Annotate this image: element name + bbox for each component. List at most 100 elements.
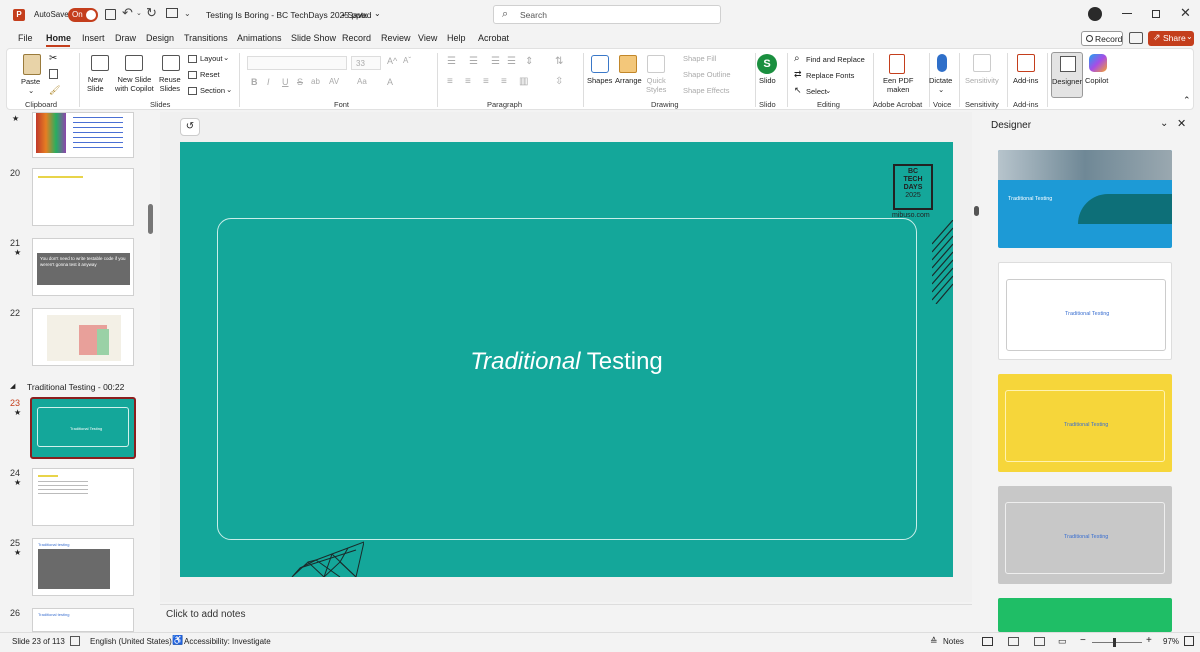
tab-draw[interactable]: Draw — [115, 33, 136, 43]
zoom-slider[interactable] — [1092, 638, 1142, 647]
copilot-label[interactable]: Copilot — [1085, 76, 1108, 85]
tab-home[interactable]: Home — [46, 33, 71, 43]
tab-acrobat[interactable]: Acrobat — [478, 33, 509, 43]
save-icon[interactable] — [105, 9, 116, 20]
align-right-icon[interactable]: ≡ — [483, 76, 489, 87]
slido-icon[interactable]: S — [757, 54, 777, 74]
design-option-4[interactable]: Traditional Testing — [998, 486, 1172, 584]
notes-icon[interactable]: ≙ — [930, 636, 938, 647]
new-slide-copilot-icon[interactable] — [125, 55, 143, 71]
format-painter-icon[interactable]: 🖌 — [49, 85, 60, 96]
line-spacing-icon[interactable]: ⇕ — [525, 56, 533, 67]
shape-effects-label[interactable]: Shape Effects — [683, 86, 730, 95]
strikethrough-icon[interactable]: S — [297, 77, 303, 87]
new-slide-icon[interactable] — [91, 55, 109, 71]
decrease-indent-icon[interactable]: ☰ — [491, 56, 500, 67]
design-option-3[interactable]: Traditional Testing — [998, 374, 1172, 472]
new-slide-label[interactable]: New Slide — [87, 75, 104, 93]
slideshow-icon[interactable]: ▭ — [1058, 636, 1067, 647]
section-label[interactable]: Section — [200, 86, 225, 95]
find-replace-label[interactable]: Find and Replace — [806, 55, 865, 64]
zoom-in-icon[interactable]: + — [1146, 635, 1152, 646]
fit-slide-icon[interactable] — [1184, 636, 1194, 646]
italic-icon[interactable]: I — [267, 77, 270, 87]
notes-button[interactable]: Notes — [943, 637, 964, 646]
dictate-dropdown-icon[interactable]: ⌄ — [938, 85, 944, 94]
reuse-slides-label[interactable]: Reuse Slides — [159, 75, 181, 93]
design-option-5[interactable] — [998, 598, 1172, 632]
layout-icon[interactable] — [188, 55, 197, 63]
close-icon[interactable]: ✕ — [1177, 117, 1186, 130]
align-text-icon[interactable]: ⇳ — [555, 76, 563, 87]
select-icon[interactable]: ↖ — [794, 85, 802, 96]
section-dropdown-icon[interactable]: ⌄ — [226, 85, 232, 94]
adobe-pdf-icon[interactable] — [889, 54, 905, 74]
thumbnail-slide-19[interactable] — [32, 112, 134, 158]
slido-label[interactable]: Slido — [759, 76, 776, 85]
spellcheck-icon[interactable] — [70, 636, 80, 646]
shapes-icon[interactable] — [591, 55, 609, 73]
copy-icon[interactable] — [49, 69, 58, 79]
avatar[interactable] — [1088, 7, 1102, 21]
layout-label[interactable]: Layout — [200, 54, 223, 63]
slide-23[interactable]: Traditional Testing BC TECH DAYS 2025 mi… — [180, 142, 953, 577]
record-button[interactable]: Record — [1081, 31, 1123, 46]
replace-fonts-icon[interactable]: ⇄ — [794, 69, 802, 80]
numbering-icon[interactable]: ☰ — [469, 56, 478, 67]
tab-view[interactable]: View — [418, 33, 437, 43]
accessibility-label[interactable]: Accessibility: Investigate — [184, 637, 271, 646]
quick-styles-label[interactable]: Quick Styles — [646, 76, 666, 94]
justify-icon[interactable]: ≡ — [501, 76, 507, 87]
zoom-out-icon[interactable]: − — [1080, 635, 1086, 646]
tab-insert[interactable]: Insert — [82, 33, 105, 43]
autosave-toggle[interactable]: On — [68, 8, 98, 22]
tab-transitions[interactable]: Transitions — [184, 33, 228, 43]
een-pdf-label[interactable]: Een PDF maken — [883, 76, 913, 94]
shadow-icon[interactable]: ab — [311, 77, 320, 86]
font-color-icon[interactable]: A — [387, 77, 393, 87]
increase-font-icon[interactable]: A^ — [387, 56, 397, 66]
sensitivity-label[interactable]: Sensitivity — [965, 76, 999, 85]
zoom-level[interactable]: 97% — [1163, 637, 1179, 646]
bold-icon[interactable]: B — [251, 77, 258, 87]
arrange-icon[interactable] — [619, 55, 637, 73]
sensitivity-icon[interactable] — [973, 54, 991, 72]
zoom-slider-thumb[interactable] — [1113, 638, 1116, 647]
section-icon[interactable] — [188, 87, 197, 95]
designer-button[interactable]: Designer — [1051, 52, 1083, 98]
tab-file[interactable]: File — [18, 33, 33, 43]
replace-fonts-label[interactable]: Replace Fonts — [806, 71, 854, 80]
reset-label[interactable]: Reset — [200, 70, 220, 79]
paste-dropdown-icon[interactable]: ⌄ — [28, 86, 34, 95]
design-option-2[interactable]: Traditional Testing — [998, 262, 1172, 360]
tab-slide-show[interactable]: Slide Show — [291, 33, 336, 43]
slide-title[interactable]: Traditional Testing — [180, 348, 953, 376]
layout-dropdown-icon[interactable]: ⌄ — [223, 53, 229, 62]
paste-label[interactable]: Paste — [21, 77, 40, 86]
minimize-icon[interactable] — [1122, 13, 1132, 14]
thumbnail-slide-20[interactable] — [32, 168, 134, 226]
reset-icon[interactable] — [188, 71, 197, 79]
align-center-icon[interactable]: ≡ — [465, 76, 471, 87]
shapes-label[interactable]: Shapes — [587, 76, 612, 85]
normal-view-icon[interactable] — [982, 637, 993, 646]
microphone-icon[interactable] — [937, 54, 947, 72]
language-label[interactable]: English (United States) — [90, 637, 172, 646]
thumbnail-slide-24[interactable] — [32, 468, 134, 526]
font-name-box[interactable] — [247, 56, 347, 70]
decrease-font-icon[interactable]: Aˇ — [403, 56, 411, 65]
chevron-down-icon[interactable]: ⌄ — [1160, 118, 1168, 129]
dictate-label[interactable]: Dictate — [929, 76, 952, 85]
new-slide-copilot-label[interactable]: New Slide with Copilot — [115, 75, 154, 93]
shape-outline-label[interactable]: Shape Outline — [683, 70, 731, 79]
quick-styles-icon[interactable] — [647, 55, 665, 73]
tab-design[interactable]: Design — [146, 33, 174, 43]
thumbnail-slide-23-selected[interactable]: Traditional Testing — [30, 397, 136, 459]
align-left-icon[interactable]: ≡ — [447, 76, 453, 87]
comments-icon[interactable] — [1129, 32, 1143, 44]
cut-icon[interactable]: ✂ — [49, 53, 57, 64]
redo-icon[interactable]: ↻ — [146, 5, 157, 21]
select-label[interactable]: Select — [806, 87, 827, 96]
tab-review[interactable]: Review — [381, 33, 411, 43]
notes-pane[interactable]: Click to add notes — [160, 604, 972, 630]
